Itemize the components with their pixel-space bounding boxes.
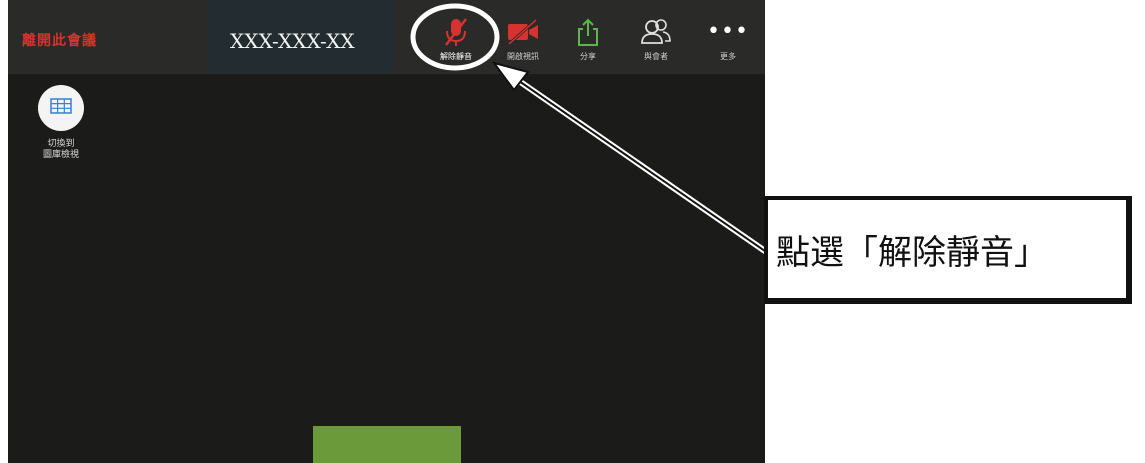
more-button[interactable]: ••• 更多: [698, 0, 758, 74]
share-button[interactable]: 分享: [558, 0, 618, 74]
meeting-window: 離開此會議 XXX-XXX-XX 解除靜音 開啟視訊 分享 與會者 ••• 更多…: [8, 0, 765, 463]
unmute-label: 解除靜音: [440, 52, 472, 61]
participants-button[interactable]: 與會者: [626, 0, 686, 74]
more-dots-icon: •••: [707, 19, 749, 44]
meeting-id-panel: XXX-XXX-XX: [208, 0, 394, 74]
gallery-view-label: 切換到 圖庫檢視: [26, 139, 96, 161]
gallery-label-line1: 切換到: [47, 139, 75, 149]
instruction-text: 點選「解除靜音」: [776, 232, 1048, 273]
meeting-id: XXX-XXX-XX: [230, 29, 355, 53]
share-label: 分享: [580, 52, 596, 61]
video-off-icon: [506, 16, 540, 48]
instruction-callout: 點選「解除靜音」: [764, 196, 1132, 304]
self-video-tile: [313, 426, 461, 463]
unmute-button[interactable]: 解除靜音: [426, 0, 486, 74]
gallery-grid-icon: [50, 98, 72, 118]
leave-meeting-button[interactable]: 離開此會議: [22, 30, 97, 50]
meeting-toolbar: 離開此會議 XXX-XXX-XX 解除靜音 開啟視訊 分享 與會者 ••• 更多: [8, 0, 765, 74]
video-label: 開啟視訊: [507, 52, 539, 61]
start-video-button[interactable]: 開啟視訊: [493, 0, 553, 74]
more-label: 更多: [720, 52, 736, 61]
participants-icon: [639, 16, 673, 48]
muted-microphone-icon: [442, 16, 470, 48]
gallery-label-line2: 圖庫檢視: [42, 150, 79, 160]
participants-label: 與會者: [644, 52, 668, 61]
share-upload-icon: [574, 16, 602, 48]
switch-gallery-view-button[interactable]: [38, 85, 84, 131]
